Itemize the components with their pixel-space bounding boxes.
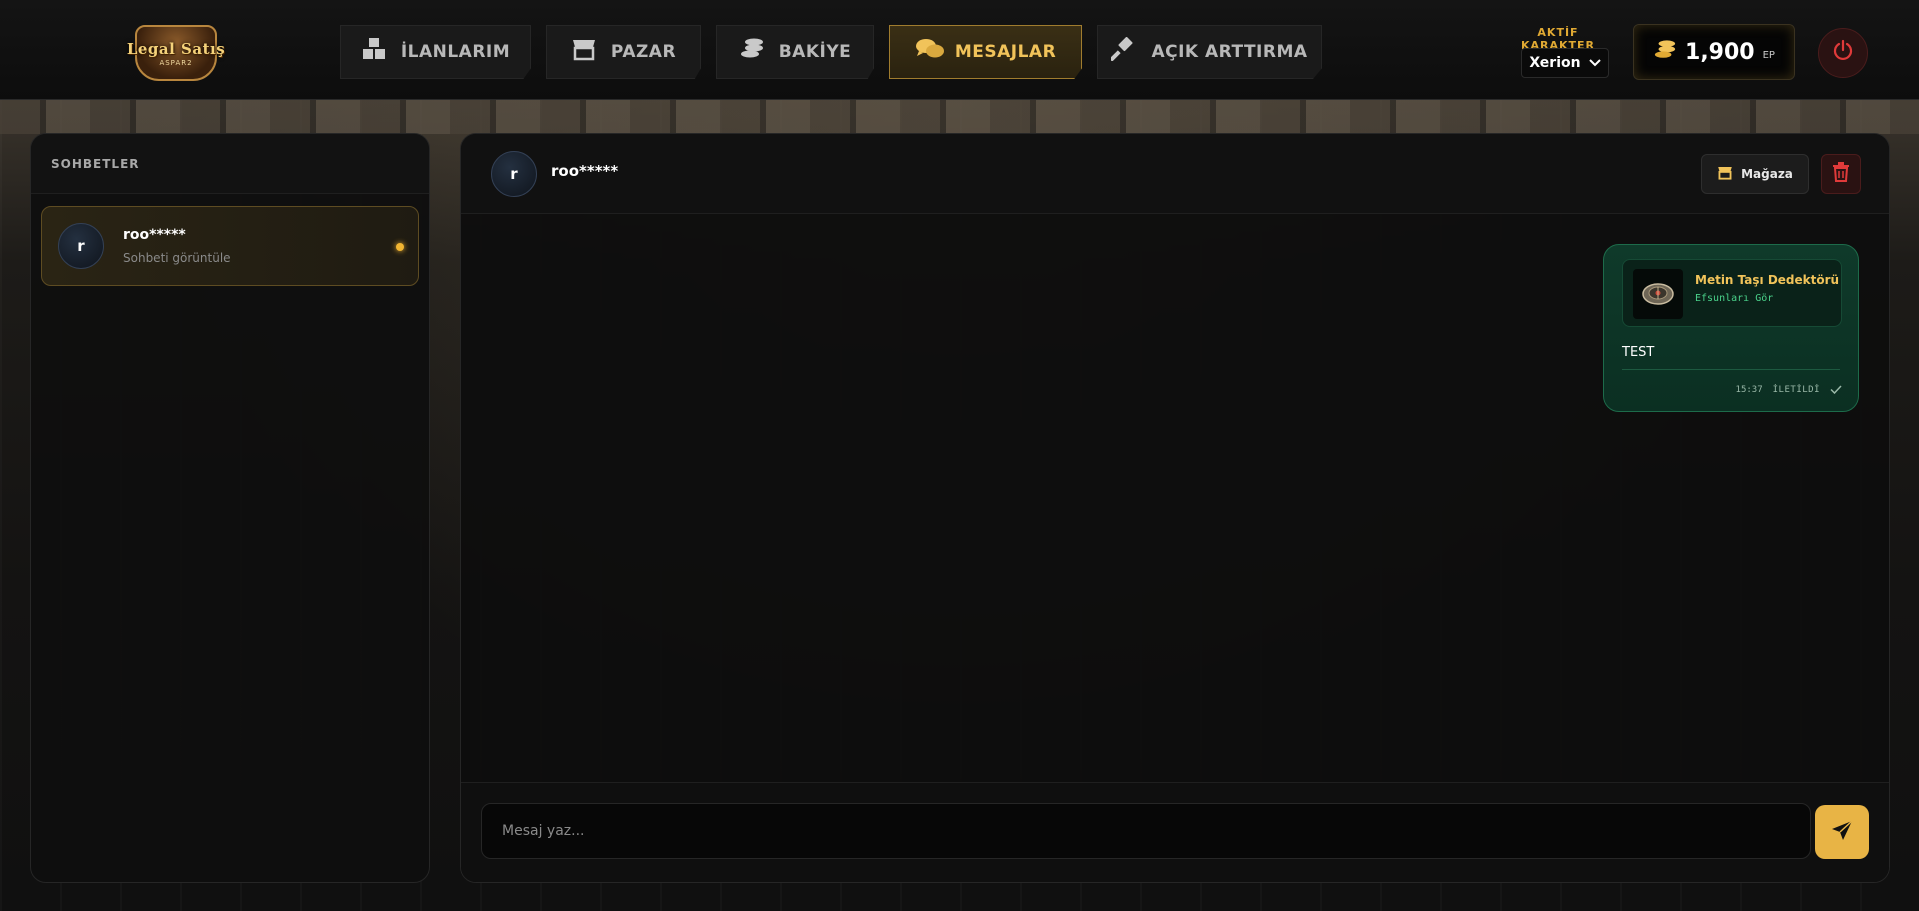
- avatar: r: [58, 223, 104, 269]
- message-text: TEST: [1622, 345, 1655, 360]
- item-title: Metin Taşı Dedektörü: [1695, 273, 1840, 287]
- logout-button[interactable]: [1818, 28, 1868, 78]
- message-input[interactable]: [481, 803, 1811, 859]
- background-wall: [0, 100, 1919, 134]
- tab-label: BAKİYE: [778, 42, 852, 62]
- tab-label: İLANLARIM: [400, 42, 511, 62]
- chevron-down-icon: [1588, 55, 1601, 71]
- tab-label: PAZAR: [610, 42, 677, 62]
- chat-icon: [915, 37, 944, 67]
- item-bonuses-link[interactable]: Efsunları Gör: [1695, 293, 1773, 304]
- send-button[interactable]: [1815, 805, 1869, 859]
- conversations-title: SOHBETLER: [31, 134, 429, 194]
- character-name: Xerion: [1529, 55, 1581, 71]
- logo-text: Legal Satış: [126, 39, 226, 58]
- message-time: 15:37: [1735, 385, 1763, 395]
- boxes-icon: [361, 37, 387, 67]
- message-status: İLETİLDİ: [1772, 385, 1820, 395]
- store-button[interactable]: Mağaza: [1701, 154, 1809, 194]
- store-icon: [571, 37, 597, 67]
- item-card[interactable]: Metin Taşı Dedektörü Efsunları Gör: [1622, 259, 1842, 327]
- message-composer: [461, 782, 1889, 882]
- chat-panel: r roo***** Mağaza Metin Taşı Dedektörü E…: [460, 133, 1890, 883]
- store-icon: [1717, 165, 1733, 184]
- balance-amount: 1,900: [1685, 39, 1755, 65]
- conversation-name: roo*****: [123, 227, 186, 243]
- conversations-panel: SOHBETLER r roo***** Sohbeti görüntüle: [30, 133, 430, 883]
- coins-icon: [739, 37, 765, 67]
- balance-display: 1,900 EP: [1633, 24, 1795, 80]
- chat-partner-name: roo*****: [551, 162, 619, 180]
- chat-header: r roo***** Mağaza: [461, 134, 1889, 214]
- character-select[interactable]: Xerion: [1521, 48, 1609, 78]
- store-button-label: Mağaza: [1741, 167, 1793, 181]
- avatar: r: [491, 151, 537, 197]
- check-icon: [1830, 383, 1842, 397]
- balance-unit: EP: [1762, 49, 1775, 61]
- message-meta: 15:37 İLETİLDİ: [1736, 383, 1842, 397]
- sent-message: Metin Taşı Dedektörü Efsunları Gör TEST …: [1603, 244, 1859, 412]
- trash-icon: [1832, 161, 1850, 187]
- power-icon: [1832, 39, 1854, 67]
- metin-stone-detector-icon: [1633, 269, 1683, 319]
- logo-shield: Legal Satış ASPAR2: [127, 25, 225, 81]
- tab-pazar[interactable]: PAZAR: [546, 25, 701, 79]
- delete-conversation-button[interactable]: [1821, 154, 1861, 194]
- send-icon: [1831, 819, 1853, 845]
- unread-indicator: [396, 243, 404, 251]
- conversation-subtitle: Sohbeti görüntüle: [123, 251, 231, 265]
- tab-label: MESAJLAR: [954, 42, 1057, 62]
- coins-icon: [1653, 39, 1677, 66]
- top-navigation-bar: Legal Satış ASPAR2 İLANLARIM PAZAR BAKİY…: [0, 0, 1919, 100]
- logo-subtext: ASPAR2: [159, 58, 193, 67]
- tab-label: AÇIK ARTTIRMA: [1151, 42, 1308, 62]
- message-divider: [1622, 369, 1840, 370]
- conversation-item[interactable]: r roo***** Sohbeti görüntüle: [41, 206, 419, 286]
- site-logo[interactable]: Legal Satış ASPAR2: [127, 18, 225, 88]
- tab-mesajlar[interactable]: MESAJLAR: [889, 25, 1082, 79]
- tab-bakiye[interactable]: BAKİYE: [716, 25, 874, 79]
- tab-acik-arttirma[interactable]: AÇIK ARTTIRMA: [1097, 25, 1322, 79]
- tab-ilanlarim[interactable]: İLANLARIM: [340, 25, 531, 79]
- gavel-icon: [1109, 36, 1137, 67]
